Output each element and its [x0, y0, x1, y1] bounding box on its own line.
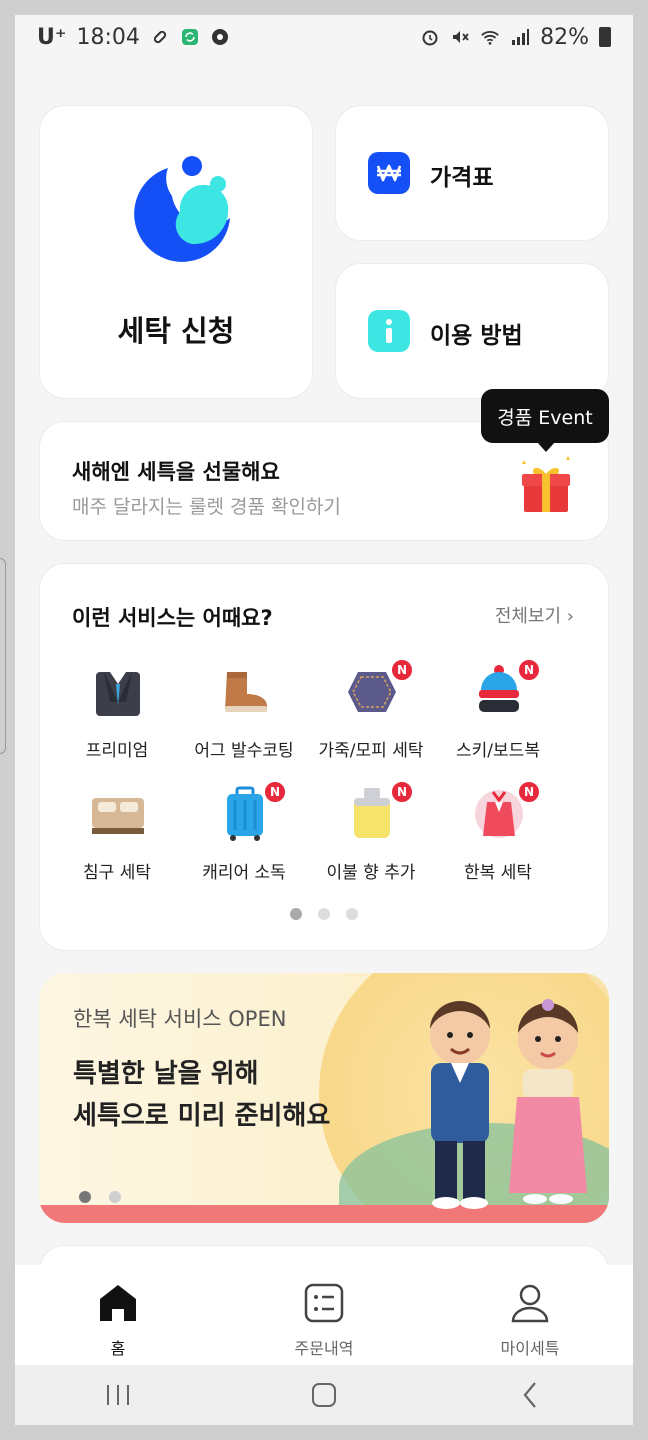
alarm-icon [420, 27, 440, 47]
price-list-label: 가격표 [430, 165, 494, 191]
info-icon [368, 310, 410, 352]
home-system-button[interactable] [294, 1375, 354, 1415]
banner-subtitle: 한복 세탁 서비스 OPEN [73, 1007, 287, 1031]
services-title: 이런 서비스는 어때요? [72, 606, 273, 630]
mute-icon [450, 27, 470, 47]
signal-icon [510, 27, 530, 47]
wifi-icon [480, 27, 500, 47]
battery-icon [599, 27, 611, 47]
how-to-use-label: 이용 방법 [430, 323, 523, 349]
ugg-boot-icon [225, 672, 267, 712]
service-label: 침구 세탁 [83, 863, 151, 883]
gift-icon [522, 456, 570, 512]
banner-title-line2: 세특으로 미리 준비해요 [73, 1101, 331, 1131]
new-badge: N [390, 658, 414, 682]
services-page-indicator [40, 908, 608, 920]
service-label: 이불 향 추가 [326, 863, 416, 883]
service-label: 한복 세탁 [464, 863, 532, 883]
new-badge: N [263, 780, 287, 804]
sync-icon [180, 27, 200, 47]
bedding-icon [92, 798, 144, 834]
event-subtitle: 매주 달라지는 룰렛 경품 확인하기 [72, 496, 341, 518]
recent-apps-button[interactable] [88, 1375, 148, 1415]
service-item-ski-wear[interactable]: N 스키/보드복 [433, 658, 563, 774]
page-dot[interactable] [109, 1191, 121, 1203]
nav-my-label: 마이세특 [500, 1339, 560, 1358]
banner-title-line1: 특별한 날을 위해 [73, 1059, 259, 1089]
page-dot[interactable] [79, 1191, 91, 1203]
nav-my[interactable]: 마이세특 [427, 1265, 633, 1365]
bottom-navigation: 홈 주문내역 마이세특 [15, 1265, 633, 1365]
see-all-link[interactable]: 전체보기 › [495, 602, 574, 628]
nav-home[interactable]: 홈 [15, 1265, 221, 1365]
clock: 18:04 [76, 24, 140, 50]
service-item-suitcase[interactable]: N 캐리어 소독 [179, 780, 309, 896]
service-label: 가죽/모피 세탁 [318, 741, 424, 761]
carrier-label: U⁺ [37, 24, 67, 50]
service-item-ugg-coating[interactable]: 어그 발수코팅 [179, 664, 309, 774]
edge-panel-handle[interactable] [0, 558, 6, 754]
wash-logo-icon [134, 156, 230, 262]
app-screen: U⁺ 18:04 82% 세탁 신청 가격표 이용 방법 새해엔 세특을 선물해… [15, 15, 633, 1425]
nav-orders-label: 주문내역 [294, 1339, 354, 1358]
hanbok-promo-banner[interactable]: 한복 세탁 서비스 OPEN 특별한 날을 위해 세특으로 미리 준비해요 [39, 973, 609, 1223]
boy-hanbok-illustration [430, 1001, 490, 1209]
status-bar: U⁺ 18:04 82% [15, 15, 633, 59]
user-icon [511, 1284, 549, 1323]
new-badge: N [517, 780, 541, 804]
aperture-icon [210, 27, 230, 47]
how-to-use-button[interactable]: 이용 방법 [335, 263, 609, 399]
service-label: 어그 발수코팅 [194, 741, 294, 761]
order-list-icon [304, 1283, 344, 1323]
event-tooltip: 경품 Event [481, 389, 609, 452]
event-title: 새해엔 세특을 선물해요 [72, 460, 280, 484]
service-item-premium[interactable]: 프리미엄 [52, 664, 182, 774]
won-icon [368, 152, 410, 194]
new-badge: N [390, 780, 414, 804]
pill-icon [150, 27, 170, 47]
home-icon [100, 1285, 136, 1321]
page-dot[interactable] [318, 908, 330, 920]
see-all-label: 전체보기 [494, 606, 562, 627]
service-label: 프리미엄 [85, 741, 149, 761]
service-item-leather[interactable]: N 가죽/모피 세탁 [306, 658, 436, 774]
recent-apps-icon [107, 1385, 129, 1405]
battery-percent: 82% [540, 24, 589, 50]
service-item-fragrance[interactable]: N 이불 향 추가 [306, 780, 436, 896]
page-dot[interactable] [346, 908, 358, 920]
service-label: 스키/보드복 [456, 741, 540, 761]
banner-title: 특별한 날을 위해 세특으로 미리 준비해요 [73, 1053, 330, 1137]
system-navigation-bar [15, 1365, 633, 1425]
new-badge: N [517, 658, 541, 682]
nav-orders[interactable]: 주문내역 [221, 1265, 427, 1365]
wash-request-label: 세탁 신청 [117, 314, 235, 348]
girl-hanbok-illustration [509, 999, 587, 1204]
price-list-button[interactable]: 가격표 [335, 105, 609, 241]
suit-icon [96, 672, 140, 716]
back-chevron-icon [523, 1382, 536, 1408]
back-button[interactable] [500, 1375, 560, 1415]
chevron-right-icon: › [566, 606, 574, 627]
service-item-hanbok[interactable]: N 한복 세탁 [433, 780, 563, 896]
wash-request-button[interactable]: 세탁 신청 [39, 105, 313, 399]
service-item-bedding[interactable]: 침구 세탁 [52, 786, 182, 896]
services-section: 이런 서비스는 어때요? 전체보기 › 프리미엄 어그 발수코팅 N 가죽/모피… [39, 563, 609, 951]
nav-home-label: 홈 [110, 1339, 126, 1358]
page-dot[interactable] [290, 908, 302, 920]
service-label: 캐리어 소독 [202, 863, 286, 883]
home-square-icon [312, 1383, 336, 1407]
banner-page-indicator [79, 1191, 121, 1203]
